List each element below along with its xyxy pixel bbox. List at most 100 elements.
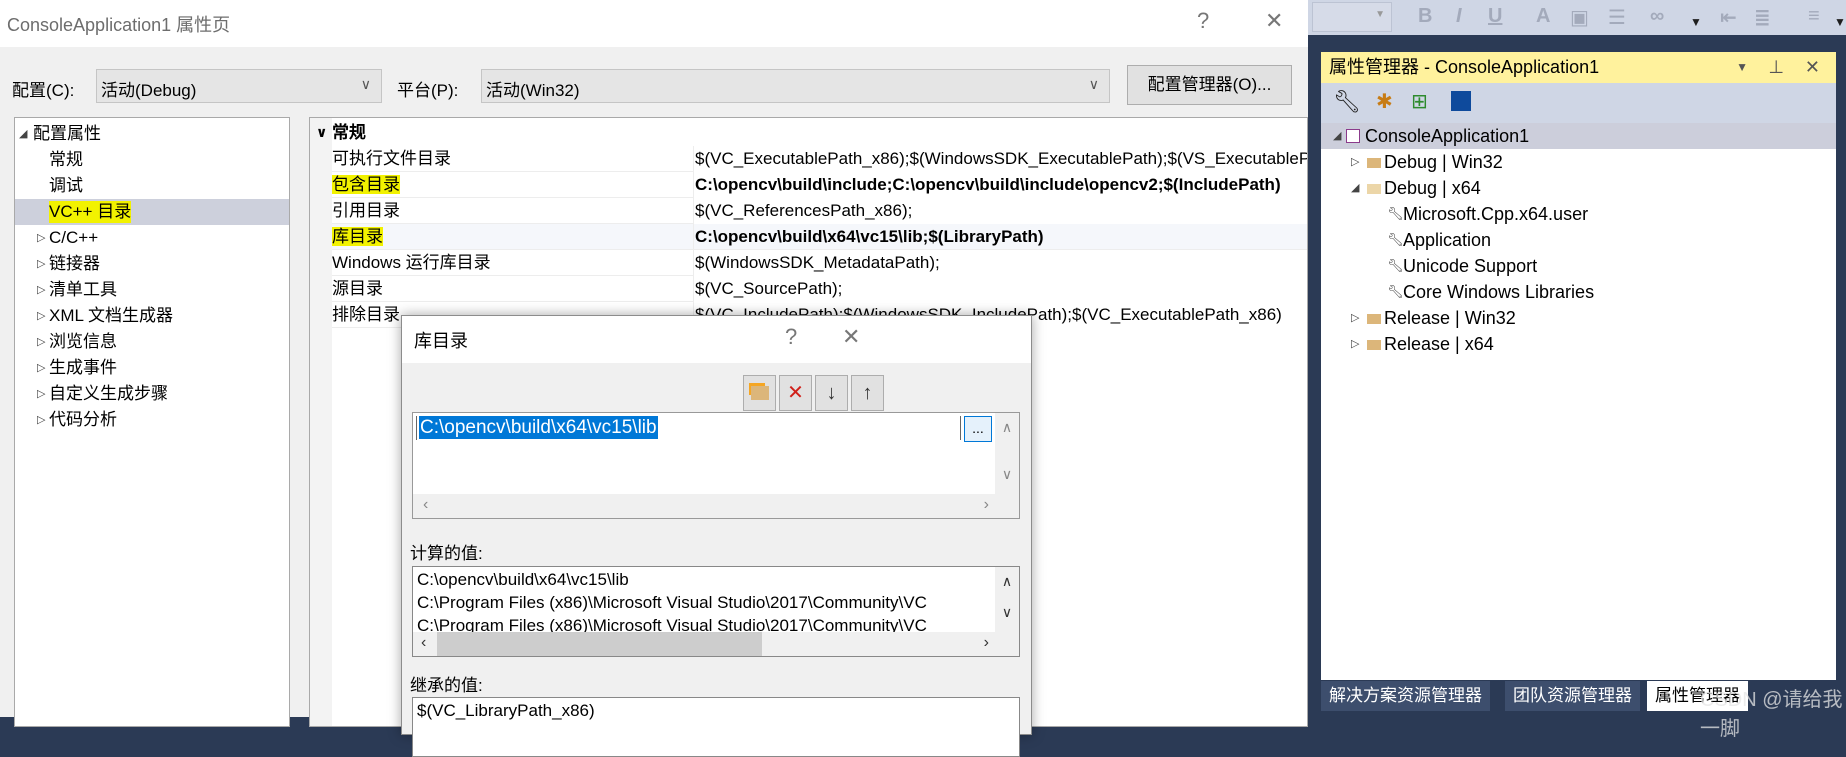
directory-list[interactable]: C:\opencv\build\x64\vc15\lib ... ∧ ∨ ‹ › (412, 412, 1020, 519)
collapsed-arrow-icon[interactable]: ▷ (37, 303, 45, 329)
tree-item[interactable]: ▷ XML 文档生成器 (15, 303, 289, 329)
tree-item[interactable]: VC++ 目录 (15, 199, 289, 225)
entry-edit-field[interactable]: C:\opencv\build\x64\vc15\lib (416, 416, 961, 440)
collapsed-arrow-icon[interactable]: ▷ (1351, 149, 1359, 175)
link-icon[interactable]: ∞ (1650, 5, 1664, 28)
collapsed-arrow-icon[interactable]: ▷ (37, 225, 45, 251)
expanded-arrow-icon[interactable]: ◢ (1333, 123, 1341, 149)
help-button[interactable]: ? (1197, 8, 1209, 34)
tree-item[interactable]: 常规 (15, 147, 289, 173)
property-value[interactable]: C:\opencv\build\x64\vc15\lib;$(LibraryPa… (693, 224, 1307, 250)
add-new-sheet-icon[interactable]: ✱ (1376, 89, 1393, 114)
collapsed-arrow-icon[interactable]: ▷ (37, 329, 45, 355)
list-icon[interactable]: ≣ (1754, 5, 1771, 30)
wrench-icon[interactable]: 🔧︎ (1333, 89, 1361, 115)
tree-item[interactable]: ◢ 配置属性 (15, 121, 289, 147)
tree-item[interactable]: ◢ ConsoleApplication1 (1321, 123, 1836, 149)
dialog-title: 库目录 (414, 331, 468, 351)
horizontal-scrollbar[interactable]: ‹ › (413, 632, 1019, 656)
collapsed-arrow-icon[interactable]: ▷ (1351, 331, 1359, 357)
expanded-arrow-icon[interactable]: ◢ (19, 121, 27, 147)
tree-item[interactable]: ▷ 清单工具 (15, 277, 289, 303)
property-value[interactable]: $(WindowsSDK_MetadataPath); (693, 250, 1307, 276)
property-value[interactable]: $(VC_ReferencesPath_x86); (693, 198, 1307, 224)
collapsed-arrow-icon[interactable]: ▷ (37, 355, 45, 381)
vertical-scrollbar[interactable]: ∧ ∨ (995, 567, 1019, 634)
delete-button[interactable]: ✕ (779, 375, 812, 411)
grid-row[interactable]: 源目录 $(VC_SourcePath); (332, 276, 1307, 302)
chevron-down-icon[interactable]: ∨ (316, 120, 327, 145)
tree-item-label: 浏览信息 (49, 332, 117, 351)
horizontal-scrollbar[interactable]: ‹ › (413, 494, 1019, 518)
config-manager-button[interactable]: 配置管理器(O)... (1127, 65, 1292, 105)
grid-row[interactable]: Windows 运行库目录 $(WindowsSDK_MetadataPath); (332, 250, 1307, 276)
panel-tab[interactable]: 解决方案资源管理器 (1321, 681, 1490, 711)
arrow-up-icon: ↑ (862, 382, 873, 404)
expanded-arrow-icon[interactable]: ◢ (1351, 175, 1359, 201)
outdent-icon[interactable]: ≡ (1808, 5, 1820, 28)
grid-gutter (310, 118, 332, 726)
font-color-icon[interactable]: A (1536, 5, 1550, 28)
layer-icon[interactable]: ▣ (1570, 5, 1589, 30)
help-button[interactable]: ? (785, 324, 797, 350)
underline-icon[interactable]: U (1488, 5, 1502, 28)
close-icon[interactable]: ✕ (1805, 52, 1820, 83)
tree-item[interactable]: ▷ Release | x64 (1321, 331, 1836, 357)
property-value[interactable]: C:\opencv\build\include;C:\opencv\build\… (693, 172, 1307, 198)
tree-item[interactable]: 🔧︎ Application (1321, 227, 1836, 253)
collapsed-arrow-icon[interactable]: ▷ (1351, 305, 1359, 331)
tree-item[interactable]: 调试 (15, 173, 289, 199)
config-dropdown[interactable]: 活动(Debug) ∨ (96, 69, 382, 103)
close-button[interactable]: ✕ (1265, 8, 1283, 34)
property-name-cell: 包含目录 (332, 172, 692, 198)
tree-item[interactable]: ▷ 浏览信息 (15, 329, 289, 355)
font-combo[interactable]: ▼ (1312, 2, 1392, 32)
add-existing-sheet-icon[interactable]: ⊞ (1411, 89, 1428, 114)
panel-tab[interactable]: 团队资源管理器 (1505, 681, 1640, 711)
collapsed-arrow-icon[interactable]: ▷ (37, 251, 45, 277)
inherited-value-line: $(VC_LibraryPath_x86) (417, 701, 595, 720)
property-value[interactable]: $(VC_SourcePath); (693, 276, 1307, 302)
new-line-button[interactable] (743, 375, 776, 411)
platform-dropdown[interactable]: 活动(Win32) ∨ (481, 69, 1110, 103)
overflow-icon[interactable]: ▼ (1690, 15, 1702, 29)
tree-item[interactable]: ▷ 代码分析 (15, 407, 289, 433)
collapsed-arrow-icon[interactable]: ▷ (37, 407, 45, 433)
save-icon[interactable] (1451, 91, 1471, 111)
collapsed-arrow-icon[interactable]: ▷ (37, 381, 45, 407)
pin-icon[interactable]: ⊥ (1768, 52, 1784, 83)
bold-icon[interactable]: B (1418, 5, 1432, 28)
vertical-scrollbar[interactable]: ∧ ∨ (995, 413, 1019, 494)
align-icon[interactable]: ☰ (1608, 5, 1626, 30)
grid-row[interactable]: 包含目录 C:\opencv\build\include;C:\opencv\bu… (332, 172, 1307, 198)
grid-row[interactable]: 引用目录 $(VC_ReferencesPath_x86); (332, 198, 1307, 224)
tree-item[interactable]: ▷ 生成事件 (15, 355, 289, 381)
tree-item[interactable]: ▷ Release | Win32 (1321, 305, 1836, 331)
grid-row[interactable]: 库目录 C:\opencv\build\x64\vc15\lib;$(Librar… (332, 224, 1307, 250)
overflow-icon[interactable]: ▼ (1834, 15, 1846, 29)
tree-item[interactable]: 🔧︎ Unicode Support (1321, 253, 1836, 279)
dropdown-icon[interactable]: ▼ (1736, 52, 1748, 83)
tree-item[interactable]: ◢ Debug | x64 (1321, 175, 1836, 201)
tree-item[interactable]: ▷ C/C++ (15, 225, 289, 251)
tree-item[interactable]: 🔧︎ Core Windows Libraries (1321, 279, 1836, 305)
indent-icon[interactable]: ⇤ (1720, 5, 1737, 30)
tree-item[interactable]: ▷ Debug | Win32 (1321, 149, 1836, 175)
property-value[interactable]: $(VC_ExecutablePath_x86);$(WindowsSDK_Ex… (693, 146, 1307, 172)
grid-section-header[interactable]: ∨ 常规 (310, 120, 1307, 146)
scrollbar-thumb[interactable] (437, 632, 762, 656)
browse-button[interactable]: ... (964, 416, 992, 442)
collapsed-arrow-icon[interactable]: ▷ (37, 277, 45, 303)
selected-entry-text[interactable]: C:\opencv\build\x64\vc15\lib (419, 416, 658, 439)
tree-item[interactable]: ▷ 自定义生成步骤 (15, 381, 289, 407)
move-up-button[interactable]: ↑ (851, 375, 884, 411)
tree-item[interactable]: 🔧︎ Microsoft.Cpp.x64.user (1321, 201, 1836, 227)
tree-item-label: 调试 (49, 176, 83, 195)
property-name: 可执行文件目录 (332, 149, 451, 168)
italic-icon[interactable]: I (1456, 5, 1462, 28)
close-button[interactable]: ✕ (842, 324, 860, 350)
move-down-button[interactable]: ↓ (815, 375, 848, 411)
tree-item-label: Application (1403, 230, 1492, 250)
tree-item[interactable]: ▷ 链接器 (15, 251, 289, 277)
grid-row[interactable]: 可执行文件目录 $(VC_ExecutablePath_x86);$(Window… (332, 146, 1307, 172)
